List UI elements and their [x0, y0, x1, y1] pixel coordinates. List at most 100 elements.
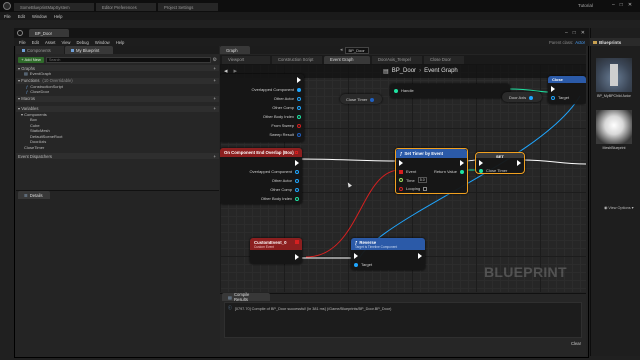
function-item-close-door[interactable]: ƒ CloseDoor	[16, 89, 219, 95]
bool-pin-icon[interactable]	[297, 123, 301, 128]
outer-tab-1[interactable]: SomeBlueprintMapSystem	[14, 3, 94, 11]
add-variable-icon[interactable]: +	[214, 106, 216, 111]
looping-checkbox[interactable]	[423, 186, 428, 191]
outer-menu-file[interactable]: File	[4, 14, 11, 19]
end-overlap-event-node[interactable]: On Component End Overlap (Box) Overlappe…	[220, 148, 302, 204]
exec-in-pin[interactable]	[354, 253, 358, 259]
bp-close-icon[interactable]: ✕	[581, 30, 585, 36]
add-graph-icon[interactable]: +	[214, 66, 216, 71]
asset-thumbnail-2[interactable]	[596, 110, 632, 144]
object-pin-icon[interactable]	[529, 95, 534, 100]
compile-results-tab[interactable]: ▤ Compile Results	[222, 292, 270, 302]
struct-pin-icon[interactable]	[460, 169, 464, 174]
eye-icon: ◉	[604, 206, 608, 210]
bp-maximize-icon[interactable]: □	[573, 30, 576, 36]
outer-menu-window[interactable]: Window	[32, 14, 47, 19]
close-function-node[interactable]: Close Target	[548, 76, 586, 104]
int-pin-icon[interactable]	[295, 196, 299, 201]
exec-out-pin[interactable]	[295, 254, 299, 260]
my-blueprint-search-input[interactable]	[46, 56, 211, 63]
struct-pin-icon[interactable]	[370, 97, 375, 102]
struct-pin-icon[interactable]	[297, 132, 301, 137]
bp-menu-window[interactable]: Window	[95, 40, 110, 45]
view-options-button[interactable]: ◉ View Options ▾	[604, 205, 634, 211]
bp-menu-file[interactable]: File	[19, 40, 26, 45]
exec-wire-set-to-offscreen	[521, 159, 586, 165]
outer-menu-edit[interactable]: Edit	[18, 14, 25, 19]
exec-out-pin[interactable]	[460, 160, 464, 166]
graph-tab-construction-script[interactable]: Construction Script	[272, 55, 322, 64]
exec-in-pin[interactable]	[551, 86, 555, 92]
graph-tab-viewport[interactable]: Viewport	[222, 55, 270, 64]
add-macro-icon[interactable]: +	[214, 96, 216, 101]
bool-pin-icon[interactable]	[399, 186, 403, 191]
struct-pin-icon[interactable]	[394, 88, 398, 93]
object-pin-icon[interactable]	[297, 87, 301, 92]
add-new-button[interactable]: + Add New	[18, 56, 44, 63]
variable-label: Close Timer	[346, 97, 368, 102]
exec-in-pin[interactable]	[399, 160, 403, 166]
bp-menu-debug[interactable]: Debug	[76, 40, 88, 45]
close-icon[interactable]: ✕	[628, 2, 632, 8]
exec-out-pin[interactable]	[418, 253, 422, 259]
reverse-function-node[interactable]: ƒ Reverse Target is Timeline Component Ta…	[351, 238, 425, 270]
object-pin-icon[interactable]	[297, 105, 301, 110]
exec-out-pin[interactable]	[517, 160, 521, 166]
begin-overlap-event-node[interactable]: Overlapped Component Other Actor Other C…	[220, 74, 304, 142]
int-pin-icon[interactable]	[297, 114, 301, 119]
graph-tab-event-graph[interactable]: Event Graph	[324, 55, 370, 64]
bp-menu-edit[interactable]: Edit	[32, 40, 39, 45]
macros-section[interactable]: ▾ Macros +	[16, 95, 219, 102]
bp-menu-asset[interactable]: Asset	[45, 40, 55, 45]
output-delegate-icon[interactable]	[295, 151, 298, 154]
object-pin-icon[interactable]	[295, 178, 299, 183]
outer-tab-2[interactable]: Editor Preferences	[96, 3, 156, 11]
node-header: ƒ Reverse Target is Timeline Component	[351, 238, 425, 250]
object-pin-icon[interactable]	[551, 95, 555, 100]
bp-minimize-icon[interactable]: –	[565, 30, 568, 36]
graph-item-event-graph[interactable]: ▤ EventGraph	[16, 71, 219, 77]
graph-tab-close-door[interactable]: Close Door	[424, 55, 464, 64]
event-dispatchers-section[interactable]: Event Dispatchers +	[16, 153, 219, 159]
asset-thumbnail-1[interactable]	[596, 58, 632, 92]
settings-gear-icon[interactable]: ⚙	[213, 57, 217, 63]
door-axis-variable-node[interactable]: Door Axis	[502, 92, 542, 102]
bp-menu-view[interactable]: View	[61, 40, 70, 45]
object-pin-icon[interactable]	[295, 169, 299, 174]
add-function-icon[interactable]: +	[214, 78, 216, 83]
set-close-timer-node[interactable]: SET Close Timer	[475, 152, 525, 174]
graph-canvas[interactable]: ◂ ▸ ▤ BP_Door › Event Graph Zoom 1:1 BLU…	[220, 64, 586, 292]
object-pin-icon[interactable]	[297, 96, 301, 101]
exec-out-pin[interactable]	[297, 77, 301, 83]
outer-tutorial-label[interactable]: Tutorial	[578, 3, 593, 8]
handle-node[interactable]: Handle	[390, 84, 510, 98]
set-timer-by-event-node[interactable]: ƒ Set Timer by Event Event Return Value T…	[395, 148, 468, 194]
bp-window-tab[interactable]: BP_Door	[29, 29, 69, 37]
struct-pin-icon[interactable]	[479, 168, 483, 173]
bp-door-dropdown[interactable]: BP_Door	[344, 46, 369, 54]
bp-menu-help[interactable]: Help	[116, 40, 125, 45]
graph-tab-door-axis-template[interactable]: DoorAxis_Tempel	[372, 55, 422, 64]
parent-class-value[interactable]: Actor	[575, 40, 585, 45]
my-blueprint-tab[interactable]: My Blueprint	[65, 46, 113, 54]
outer-menu-help[interactable]: Help	[54, 14, 63, 19]
exec-in-pin[interactable]	[479, 160, 483, 166]
add-dispatcher-icon[interactable]: +	[214, 154, 216, 159]
time-value-field[interactable]: 5.0	[417, 177, 427, 183]
object-pin-icon[interactable]	[354, 262, 358, 267]
output-delegate-icon[interactable]	[295, 240, 299, 244]
close-timer-variable-node[interactable]: Close Timer	[340, 94, 382, 104]
float-pin-icon[interactable]	[399, 178, 403, 182]
delegate-pin-icon[interactable]	[399, 169, 403, 174]
clear-button[interactable]: Clear	[568, 340, 584, 347]
maximize-icon[interactable]: □	[620, 2, 623, 8]
exec-out-pin[interactable]	[295, 160, 299, 166]
custom-event-node[interactable]: CustomEvent_0 Custom Event	[250, 238, 302, 264]
object-pin-icon[interactable]	[295, 187, 299, 192]
details-tab[interactable]: ☰ Details	[18, 191, 50, 199]
variable-item-close-timer[interactable]: CloseTimer	[16, 145, 219, 151]
components-tab[interactable]: Components	[16, 46, 64, 54]
minimize-icon[interactable]: –	[612, 2, 615, 8]
outer-tab-3[interactable]: Project Settings	[158, 3, 218, 11]
graph-panel-tab[interactable]: Graph	[220, 46, 250, 54]
